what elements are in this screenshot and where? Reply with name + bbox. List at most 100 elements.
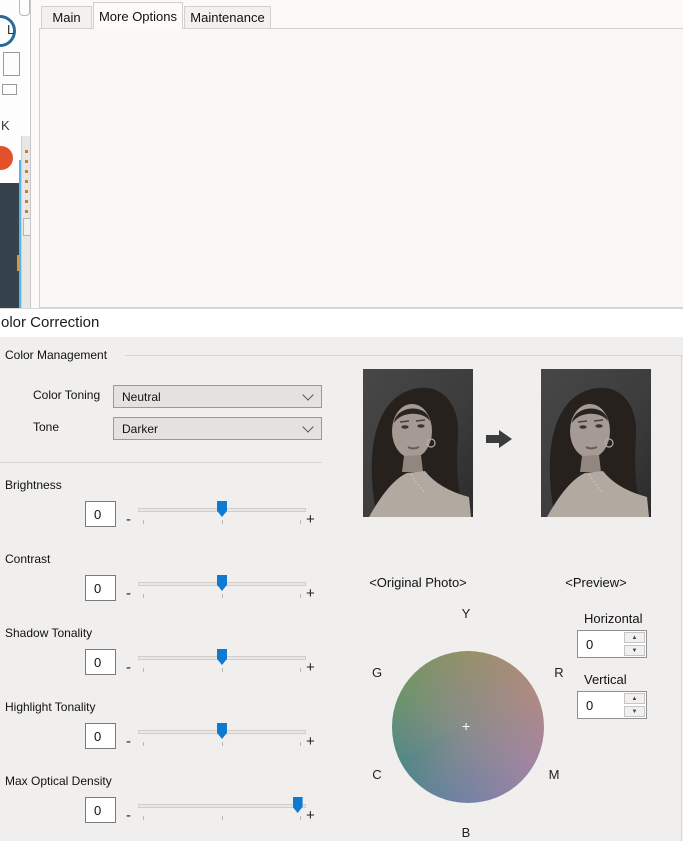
slider-track[interactable] xyxy=(138,804,306,808)
chevron-down-icon xyxy=(302,389,313,400)
horizontal-spinner[interactable]: ▲ ▼ xyxy=(577,630,647,658)
spin-up-button[interactable]: ▲ xyxy=(624,632,645,643)
partial-letter: K xyxy=(1,118,10,133)
wheel-label-blue: B xyxy=(456,825,476,840)
color-toning-label: Color Toning xyxy=(33,388,100,402)
tone-select[interactable]: Darker xyxy=(113,417,322,440)
slider-tick xyxy=(222,668,223,672)
slider-thumb[interactable] xyxy=(217,723,227,739)
slider-tick xyxy=(300,520,301,524)
vertical-label: Vertical xyxy=(584,672,627,687)
spin-down-button[interactable]: ▼ xyxy=(624,645,645,656)
original-photo-caption: <Original Photo> xyxy=(348,575,488,590)
highlight-tonality-label: Highlight Tonality xyxy=(5,700,96,714)
tab-label: More Options xyxy=(99,9,177,24)
dot-column-fragment xyxy=(25,150,28,214)
brightness-input[interactable] xyxy=(85,501,116,527)
slider-tick xyxy=(222,520,223,524)
slider-tick xyxy=(143,816,144,820)
slider-thumb[interactable] xyxy=(217,575,227,591)
tab-more-options[interactable]: More Options xyxy=(93,2,183,29)
plus-label: + xyxy=(306,659,315,676)
color-wheel[interactable]: + xyxy=(392,651,544,803)
max-optical-density-input[interactable] xyxy=(85,797,116,823)
contrast-slider[interactable] xyxy=(138,575,306,601)
max-optical-density-slider[interactable] xyxy=(138,797,306,823)
shadow-tonality-slider[interactable] xyxy=(138,649,306,675)
wheel-center-marker: + xyxy=(462,718,470,734)
max-optical-density-label: Max Optical Density xyxy=(5,774,112,788)
chevron-down-icon xyxy=(302,421,313,432)
slider-thumb[interactable] xyxy=(293,797,303,813)
wheel-label-red: R xyxy=(551,665,567,680)
control-fragment xyxy=(3,52,20,76)
minus-label: - xyxy=(126,733,131,750)
groupbox-right-line xyxy=(681,355,682,841)
vertical-input[interactable] xyxy=(578,692,623,718)
preview-photo-image xyxy=(541,369,651,517)
partial-letter: L xyxy=(7,22,14,37)
groupbox-top-line xyxy=(125,355,683,356)
tab-maintenance[interactable]: Maintenance xyxy=(184,6,271,29)
brightness-slider[interactable] xyxy=(138,501,306,527)
slider-tick xyxy=(143,520,144,524)
original-photo-image xyxy=(363,369,473,517)
color-correction-dialog: olor Correction Color Management Color T… xyxy=(0,308,683,841)
shadow-tonality-input[interactable] xyxy=(85,649,116,675)
highlight-tonality-slider[interactable] xyxy=(138,723,306,749)
arrow-right-icon xyxy=(486,430,512,448)
brightness-label: Brightness xyxy=(5,478,62,492)
tab-label: Main xyxy=(52,10,80,25)
wheel-label-cyan: C xyxy=(369,767,385,782)
wheel-label-yellow: Y xyxy=(456,606,476,621)
plus-label: + xyxy=(306,585,315,602)
tab-main[interactable]: Main xyxy=(41,6,92,29)
slider-tick xyxy=(222,594,223,598)
slider-tick xyxy=(300,742,301,746)
slider-thumb[interactable] xyxy=(217,501,227,517)
dark-panel-fragment xyxy=(0,183,19,308)
minus-label: - xyxy=(126,585,131,602)
slider-tick xyxy=(300,816,301,820)
amber-fragment xyxy=(17,255,20,271)
slider-tick xyxy=(300,668,301,672)
plus-label: + xyxy=(306,807,315,824)
vertical-spinner[interactable]: ▲ ▼ xyxy=(577,691,647,719)
minus-label: - xyxy=(126,511,131,528)
tab-label: Maintenance xyxy=(190,10,264,25)
minus-label: - xyxy=(126,659,131,676)
slider-tick xyxy=(143,668,144,672)
plus-label: + xyxy=(306,511,315,528)
color-toning-select[interactable]: Neutral xyxy=(113,385,322,408)
control-fragment xyxy=(23,218,30,236)
slider-tick xyxy=(222,816,223,820)
color-management-group-title: Color Management xyxy=(5,348,107,362)
slider-tick xyxy=(300,594,301,598)
tab-page-more-options xyxy=(39,28,683,308)
combo-value: Darker xyxy=(122,422,158,436)
control-fragment xyxy=(2,84,17,95)
separator xyxy=(0,462,322,463)
dialog-title: olor Correction xyxy=(1,314,99,331)
plus-label: + xyxy=(306,733,315,750)
slider-tick xyxy=(222,742,223,746)
spin-down-button[interactable]: ▼ xyxy=(624,706,645,717)
slider-tick xyxy=(143,742,144,746)
highlight-tonality-input[interactable] xyxy=(85,723,116,749)
horizontal-input[interactable] xyxy=(578,631,623,657)
scrollbar-fragment xyxy=(19,0,30,16)
dialog-titlebar: olor Correction xyxy=(0,309,683,337)
spin-up-button[interactable]: ▲ xyxy=(624,693,645,704)
slider-tick xyxy=(143,594,144,598)
slider-thumb[interactable] xyxy=(217,649,227,665)
wheel-label-magenta: M xyxy=(546,767,562,782)
orange-dot-icon xyxy=(0,146,13,170)
background-app-strip: L K xyxy=(0,0,30,308)
tone-label: Tone xyxy=(33,420,59,434)
combo-value: Neutral xyxy=(122,390,161,404)
printer-properties-dialog: Main More Options Maintenance Printing P… xyxy=(30,0,683,308)
contrast-input[interactable] xyxy=(85,575,116,601)
shadow-tonality-label: Shadow Tonality xyxy=(5,626,92,640)
minus-label: - xyxy=(126,807,131,824)
wheel-label-green: G xyxy=(369,665,385,680)
